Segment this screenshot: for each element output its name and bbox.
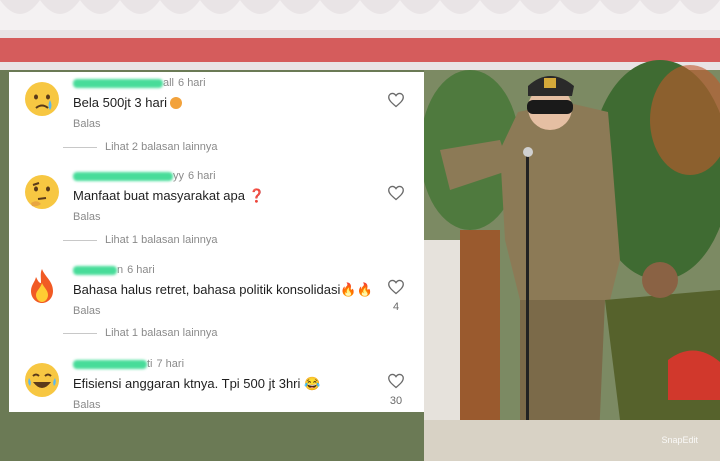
comment-text: Manfaat buat masyarakat apa ❓ xyxy=(73,188,265,203)
comment-username[interactable]: all 6 hari xyxy=(73,77,206,89)
comment-text: Bela 500jt 3 hari xyxy=(73,95,182,110)
comment-username[interactable]: yy 6 hari xyxy=(73,170,216,182)
username-redaction xyxy=(73,359,147,369)
comments-panel: all 6 hari Bela 500jt 3 hari Balas Lihat … xyxy=(9,72,424,412)
heart-icon[interactable] xyxy=(387,373,405,389)
comment-time: 6 hari xyxy=(127,264,155,276)
comment-username[interactable]: n6 hari xyxy=(73,264,155,276)
sad-face-icon xyxy=(169,97,182,109)
comment-time: 7 hari xyxy=(156,358,185,370)
comment-text: Bahasa halus retret, bahasa politik kons… xyxy=(73,282,373,297)
comment-time: 6 hari xyxy=(178,77,206,89)
username-redaction xyxy=(73,265,117,275)
crying-face-icon xyxy=(25,82,59,116)
view-replies-button[interactable]: Lihat 1 balasan lainnya xyxy=(63,327,218,339)
username-redaction xyxy=(73,78,163,88)
replies-divider xyxy=(63,239,97,241)
like-count: 4 xyxy=(392,301,400,313)
replies-divider xyxy=(63,146,97,148)
thinking-face-icon xyxy=(25,175,59,209)
heart-icon[interactable] xyxy=(387,279,405,295)
view-replies-button[interactable]: Lihat 1 balasan lainnya xyxy=(63,234,218,246)
laughing-face-icon xyxy=(25,363,59,397)
heart-icon[interactable] xyxy=(387,92,405,108)
fire-icon xyxy=(31,269,53,303)
comment-text: Efisiensi anggaran ktnya. Tpi 500 jt 3hr… xyxy=(73,376,321,391)
reply-button[interactable]: Balas xyxy=(73,305,101,317)
reply-button[interactable]: Balas xyxy=(73,399,101,411)
reply-button[interactable]: Balas xyxy=(73,118,101,130)
username-redaction xyxy=(73,171,173,181)
comment-time: 6 hari xyxy=(188,170,216,182)
watermark-label: SnapEdit xyxy=(661,435,698,445)
heart-icon[interactable] xyxy=(387,185,405,201)
view-replies-button[interactable]: Lihat 2 balasan lainnya xyxy=(63,141,218,153)
reply-button[interactable]: Balas xyxy=(73,211,101,223)
like-count: 30 xyxy=(389,395,403,407)
replies-divider xyxy=(63,332,97,334)
comment-username[interactable]: ti 7 hari xyxy=(73,358,184,370)
